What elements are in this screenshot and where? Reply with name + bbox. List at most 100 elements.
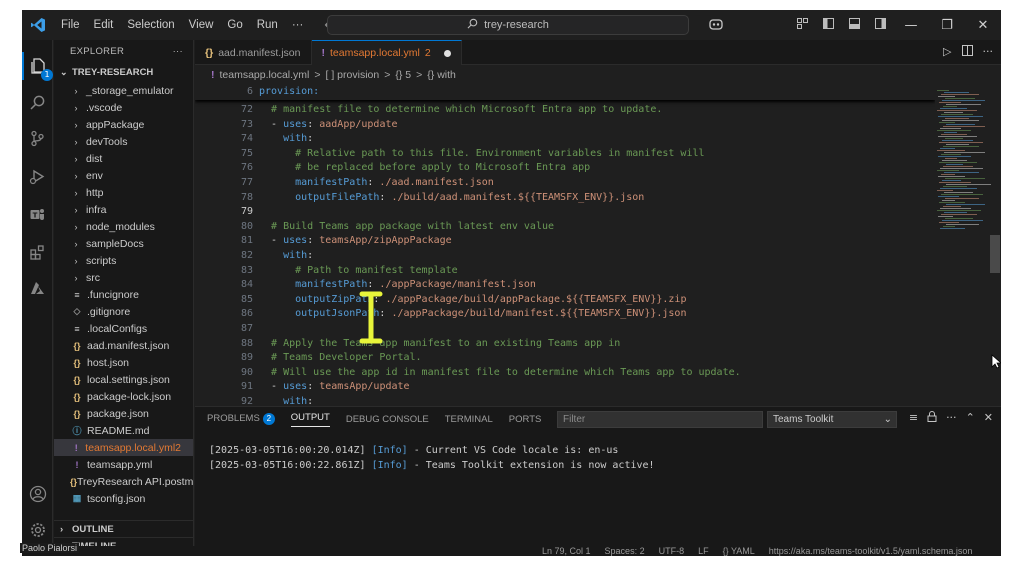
extensions-icon[interactable] — [22, 238, 53, 266]
account-icon[interactable] — [22, 480, 53, 508]
tree-item[interactable]: › appPackage — [54, 116, 193, 133]
tree-item[interactable]: ▦ tsconfig.json — [54, 490, 193, 507]
status-item[interactable]: https://aka.ms/teams-toolkit/v1.5/yaml.s… — [769, 546, 973, 556]
code-editor[interactable]: 72 # manifest file to determine which Mi… — [195, 84, 935, 406]
maximize-button[interactable]: ❐ — [929, 18, 965, 33]
tree-item[interactable]: › node_modules — [54, 218, 193, 235]
menu-item[interactable]: ··· — [285, 19, 311, 31]
code-token: # Path to manifest template — [259, 264, 458, 276]
tab-aad-manifest[interactable]: {} aad.manifest.json — [195, 40, 312, 65]
bottom-panel: PROBLEMS 2 OUTPUT DEBUG CONSOLE TERMINAL PORT… — [195, 406, 1001, 556]
panel-tab[interactable]: TERMINAL — [445, 414, 493, 425]
output-filter-input[interactable]: Filter — [557, 411, 763, 428]
unsaved-dot-icon[interactable] — [443, 49, 451, 57]
status-item[interactable]: Spaces: 2 — [605, 546, 645, 556]
line-number: 83 — [240, 264, 253, 276]
minimap-line — [941, 114, 973, 115]
maximize-panel-icon[interactable]: ⌃ — [966, 411, 975, 425]
sidebar-toggle-icon[interactable] — [815, 18, 841, 32]
tree-item[interactable]: ≡ .funcignore — [54, 286, 193, 303]
tab-teamsapp-local[interactable]: ! teamsapp.local.yml 2 — [311, 40, 462, 65]
sticky-scroll-header[interactable]: 6 provision: — [195, 84, 935, 100]
panel-tab[interactable]: DEBUG CONSOLE — [346, 414, 429, 425]
breadcrumb-file[interactable]: teamsapp.local.yml — [220, 69, 310, 81]
minimap[interactable] — [935, 84, 993, 406]
tree-item[interactable]: {} TreyResearch API.postm... — [54, 473, 193, 490]
status-item[interactable]: {} YAML — [723, 546, 755, 556]
breadcrumb-provision[interactable]: [ ] provision — [326, 69, 380, 81]
layout-icon[interactable] — [789, 18, 815, 32]
explorer-icon[interactable]: 1 — [22, 52, 53, 81]
run-icon[interactable]: ▷ — [943, 45, 951, 59]
split-editor-icon[interactable] — [961, 45, 973, 59]
explorer-more-icon[interactable]: ··· — [173, 46, 183, 57]
tree-item[interactable]: ! teamsapp.yml — [54, 456, 193, 473]
breadcrumb-separator: > — [314, 68, 321, 81]
search-view-icon[interactable] — [22, 88, 53, 116]
close-window-button[interactable]: ✕ — [965, 18, 1001, 33]
outline-section[interactable]: › OUTLINE — [54, 520, 193, 537]
panel-toggle-icon[interactable] — [841, 18, 867, 32]
tree-item[interactable]: › http — [54, 184, 193, 201]
run-debug-icon[interactable] — [22, 162, 53, 190]
tree-item[interactable]: ≡ .localConfigs — [54, 320, 193, 337]
tree-item[interactable]: {} package-lock.json — [54, 388, 193, 405]
tree-item[interactable]: › .vscode — [54, 99, 193, 116]
tree-item[interactable]: ⓘ README.md — [54, 422, 193, 439]
tab-problem-count: 2 — [424, 47, 431, 59]
status-item[interactable]: Ln 79, Col 1 — [542, 546, 591, 556]
command-center-search[interactable]: trey-research — [327, 15, 689, 35]
status-item[interactable]: LF — [698, 546, 709, 556]
code-line: # Apply the Teams app manifest to an exi… — [259, 338, 620, 349]
breadcrumb-with[interactable]: {} with — [427, 69, 456, 81]
code-line: # Teams Developer Portal. — [259, 352, 422, 363]
lock-scroll-icon[interactable] — [927, 411, 937, 425]
line-number: 76 — [240, 162, 253, 174]
tree-item[interactable]: ! teamsapp.local.yml 2 — [54, 439, 193, 456]
minimize-button[interactable]: — — [893, 18, 929, 33]
menu-item[interactable]: Run — [250, 19, 285, 31]
menu-item[interactable]: Edit — [87, 19, 121, 31]
clear-output-icon[interactable]: ≡ — [909, 411, 918, 425]
tree-item[interactable]: {} package.json — [54, 405, 193, 422]
line-number: 87 — [240, 323, 253, 334]
azure-icon[interactable] — [22, 274, 53, 302]
menu-item[interactable]: Go — [220, 19, 249, 31]
tree-item[interactable]: › scripts — [54, 252, 193, 269]
teams-toolkit-icon[interactable]: T — [22, 200, 53, 228]
tree-item[interactable]: › devTools — [54, 133, 193, 150]
source-control-icon[interactable] — [22, 124, 53, 152]
editor-more-icon[interactable]: ··· — [983, 45, 994, 59]
editor-scrollbar-thumb[interactable] — [990, 235, 1000, 273]
tree-item[interactable]: {} local.settings.json — [54, 371, 193, 388]
panel-tab[interactable]: OUTPUT — [290, 412, 330, 427]
tree-item[interactable]: › _storage_emulator — [54, 82, 193, 99]
tree-item[interactable]: ◇ .gitignore — [54, 303, 193, 320]
panel-more-icon[interactable]: ··· — [946, 411, 957, 425]
panel-tab[interactable]: PORTS — [509, 414, 542, 425]
menu-item[interactable]: View — [182, 19, 221, 31]
close-panel-icon[interactable]: ✕ — [984, 411, 993, 425]
tree-item[interactable]: › dist — [54, 150, 193, 167]
output-channel-select[interactable]: Teams Toolkit ⌄ — [767, 411, 897, 428]
breadcrumb-item-5[interactable]: {} 5 — [395, 69, 411, 81]
secondary-sidebar-icon[interactable] — [867, 18, 893, 32]
status-item[interactable]: UTF-8 — [659, 546, 685, 556]
tree-item[interactable]: › infra — [54, 201, 193, 218]
menu-item[interactable]: Selection — [120, 19, 181, 31]
tree-item[interactable]: › env — [54, 167, 193, 184]
minimap-line — [942, 160, 967, 161]
tree-item[interactable]: {} aad.manifest.json — [54, 337, 193, 354]
tree-item[interactable]: {} host.json — [54, 354, 193, 371]
workspace-root[interactable]: ⌄ TREY-RESEARCH — [54, 62, 193, 82]
code-line: with: — [259, 133, 313, 144]
panel-tab[interactable]: PROBLEMS 2 — [207, 413, 275, 425]
yml-file-icon: ! — [74, 442, 78, 453]
tree-item-label: teamsapp.local.yml — [85, 441, 176, 454]
copilot-icon[interactable] — [703, 18, 729, 33]
tree-item[interactable]: › src — [54, 269, 193, 286]
settings-gear-icon[interactable] — [22, 516, 53, 544]
tree-item[interactable]: › sampleDocs — [54, 235, 193, 252]
menu-item[interactable]: File — [54, 19, 87, 31]
activity-bar: 1 T — [22, 40, 53, 556]
